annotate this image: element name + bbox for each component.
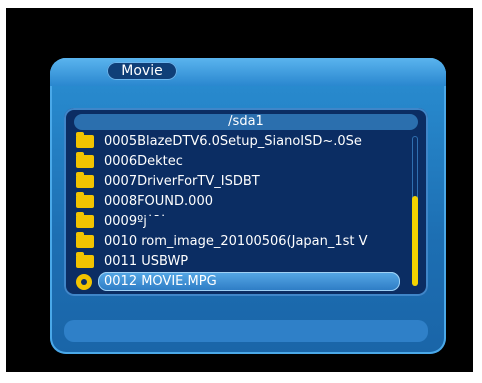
tv-screen: Movie /sda1 0005BlazeDTV6.0Setup_SianoIS… xyxy=(6,8,473,372)
list-item-label: 0011 USBWP xyxy=(104,254,189,269)
list-item-label: 0005BlazeDTV6.0Setup_SianoISD~.0Se xyxy=(104,134,362,149)
list-item-label: 0009ºj˙¯˙ xyxy=(104,214,167,229)
bottom-status-band xyxy=(64,320,428,342)
folder-icon xyxy=(76,212,94,228)
list-item[interactable]: 0007DriverForTV_ISDBT xyxy=(72,172,408,191)
scrollbar[interactable] xyxy=(412,136,418,286)
file-list: /sda1 0005BlazeDTV6.0Setup_SianoISD~.0Se… xyxy=(64,108,428,296)
list-item-label: 0006Dektec xyxy=(104,154,183,169)
folder-icon xyxy=(76,172,94,188)
folder-icon xyxy=(76,252,94,268)
list-item[interactable]: 0008FOUND.000 xyxy=(72,192,408,211)
list-item-label: 0012 MOVIE.MPG xyxy=(104,274,217,289)
list-item[interactable]: 0011 USBWP xyxy=(72,252,408,271)
list-item[interactable]: 0005BlazeDTV6.0Setup_SianoISD~.0Se xyxy=(72,132,408,151)
folder-icon xyxy=(76,232,94,248)
list-item[interactable]: 0006Dektec xyxy=(72,152,408,171)
folder-icon xyxy=(76,192,94,208)
list-item-label: 0008FOUND.000 xyxy=(104,194,213,209)
folder-icon xyxy=(76,132,94,148)
movie-file-icon xyxy=(76,274,92,290)
list-item-label: 0007DriverForTV_ISDBT xyxy=(104,174,260,189)
list-item[interactable]: 0010 rom_image_20100506(Japan_1st V xyxy=(72,232,408,251)
folder-icon xyxy=(76,152,94,168)
movie-browser-panel: Movie /sda1 0005BlazeDTV6.0Setup_SianoIS… xyxy=(50,58,446,354)
list-item-selected[interactable]: 0012 MOVIE.MPG xyxy=(98,272,400,291)
panel-title: Movie xyxy=(107,62,177,80)
scrollbar-thumb[interactable] xyxy=(412,196,418,286)
current-path: /sda1 xyxy=(74,114,418,130)
list-item-label: 0010 rom_image_20100506(Japan_1st V xyxy=(104,234,368,249)
list-item[interactable]: 0009ºj˙¯˙ xyxy=(72,212,408,231)
